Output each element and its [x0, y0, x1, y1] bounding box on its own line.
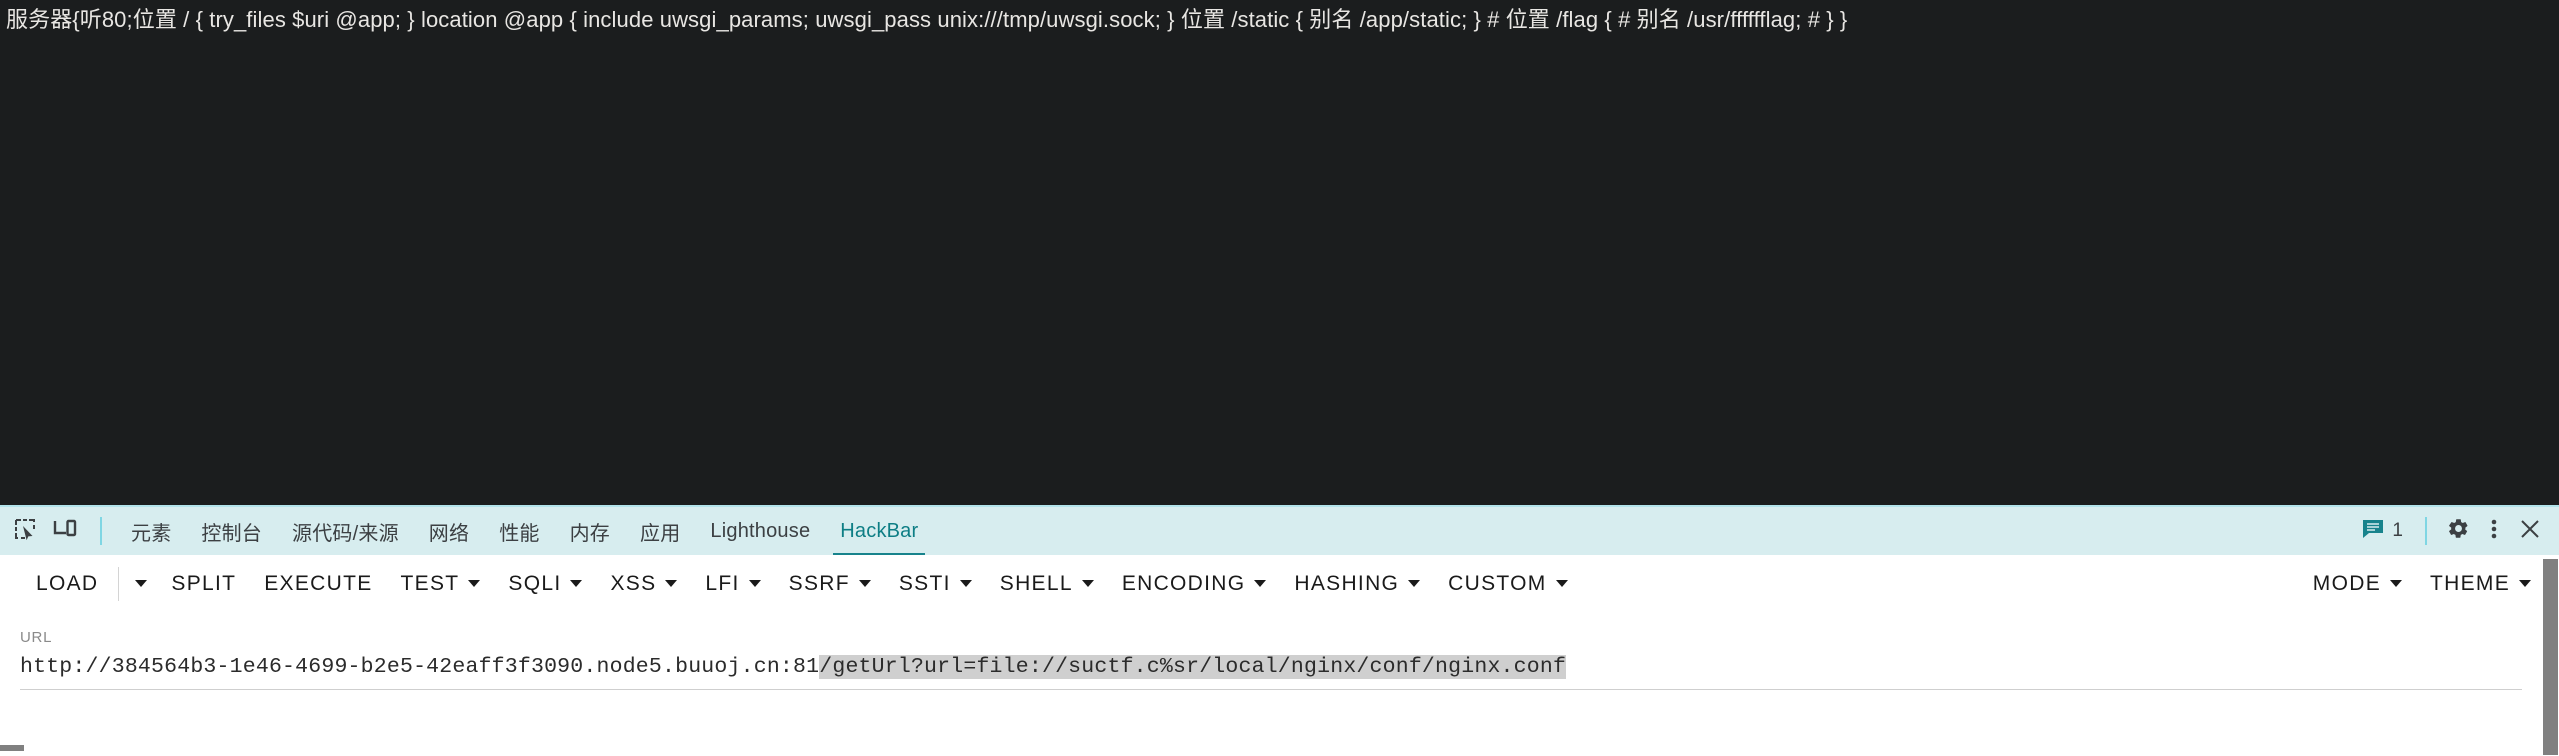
more-vertical-icon — [2490, 517, 2498, 546]
tab-elements[interactable]: 元素 — [116, 506, 186, 556]
button-label: EXECUTE — [264, 571, 373, 595]
execute-button[interactable]: EXECUTE — [250, 564, 386, 604]
hashing-dropdown[interactable]: HASHING — [1280, 564, 1434, 604]
button-label: TEST — [400, 571, 460, 595]
horizontal-scrollbar[interactable] — [0, 745, 24, 751]
ssti-dropdown[interactable]: SSTI — [885, 564, 986, 604]
url-input[interactable]: http://384564b3-1e46-4699-b2e5-42eaff3f3… — [20, 655, 2522, 690]
xss-dropdown[interactable]: XSS — [596, 564, 691, 604]
chevron-down-icon — [570, 580, 583, 587]
test-dropdown[interactable]: TEST — [387, 564, 495, 604]
chevron-down-icon — [468, 580, 481, 587]
chevron-down-icon — [1254, 580, 1267, 587]
button-label: SHELL — [999, 571, 1073, 595]
tab-application[interactable]: 应用 — [625, 506, 695, 556]
button-label: HASHING — [1294, 571, 1400, 595]
devtools-tab-list: 元素 控制台 源代码/来源 网络 性能 内存 应用 Lighthouse Hac… — [116, 506, 933, 556]
devtools-tabbar: 元素 控制台 源代码/来源 网络 性能 内存 应用 Lighthouse Hac… — [0, 505, 2559, 556]
url-text-unselected: http://384564b3-1e46-4699-b2e5-42eaff3f3… — [20, 655, 820, 679]
browser-page-viewport: 服务器{听80;位置 / { try_files $uri @app; } lo… — [0, 0, 2559, 505]
gear-icon — [2447, 517, 2470, 545]
button-label: SPLIT — [171, 571, 237, 595]
button-label: SQLI — [508, 571, 562, 595]
tab-console[interactable]: 控制台 — [186, 506, 277, 556]
custom-dropdown[interactable]: CUSTOM — [1434, 564, 1581, 604]
tab-label: 控制台 — [201, 522, 263, 545]
tab-label: 元素 — [131, 522, 172, 545]
sqli-dropdown[interactable]: SQLI — [494, 564, 596, 604]
settings-button[interactable] — [2441, 514, 2475, 548]
vertical-scrollbar-thumb[interactable] — [2543, 559, 2558, 755]
tab-label: 应用 — [640, 522, 681, 545]
page-content-text: 服务器{听80;位置 / { try_files $uri @app; } lo… — [6, 7, 1848, 32]
chevron-down-icon — [665, 580, 678, 587]
tab-hackbar[interactable]: HackBar — [825, 506, 933, 556]
tab-lighthouse[interactable]: Lighthouse — [695, 506, 825, 556]
load-dropdown-button[interactable] — [125, 572, 157, 595]
button-label: LOAD — [36, 571, 99, 595]
button-label: SSTI — [898, 571, 951, 595]
chevron-down-icon — [2519, 580, 2531, 587]
message-count: 1 — [2392, 520, 2403, 541]
chevron-down-icon — [748, 580, 761, 587]
inspect-element-icon — [14, 518, 36, 545]
load-separator — [118, 566, 120, 601]
tab-memory[interactable]: 内存 — [555, 506, 625, 556]
tab-label: 源代码/来源 — [292, 522, 399, 545]
tab-network[interactable]: 网络 — [414, 506, 484, 556]
url-field-block: URL http://384564b3-1e46-4699-b2e5-42eaf… — [0, 613, 2559, 690]
tab-label: HackBar — [840, 519, 919, 542]
tab-label: 内存 — [569, 522, 610, 545]
button-label: ENCODING — [1121, 571, 1246, 595]
button-label: XSS — [610, 571, 657, 595]
chevron-down-icon — [135, 580, 148, 587]
shell-dropdown[interactable]: SHELL — [986, 564, 1108, 604]
chevron-down-icon — [1081, 580, 1094, 587]
toolbar-divider — [100, 517, 102, 545]
button-label: LFI — [705, 571, 740, 595]
split-button[interactable]: SPLIT — [157, 564, 250, 604]
ssrf-dropdown[interactable]: SSRF — [775, 564, 885, 604]
button-label: MODE — [2312, 571, 2381, 595]
tab-performance[interactable]: 性能 — [484, 506, 554, 556]
button-label: SSRF — [788, 571, 850, 595]
tab-label: 性能 — [499, 522, 540, 545]
url-field-label: URL — [20, 629, 53, 646]
right-divider — [2425, 517, 2427, 545]
lfi-dropdown[interactable]: LFI — [691, 564, 774, 604]
hackbar-panel: LOAD SPLIT EXECUTE TEST SQLI XSS LFI SSR… — [0, 555, 2559, 756]
tab-label: 网络 — [428, 522, 470, 545]
devtools-right-controls: 1 — [2354, 514, 2559, 548]
device-toolbar-icon — [53, 518, 77, 545]
hackbar-toolbar: LOAD SPLIT EXECUTE TEST SQLI XSS LFI SSR… — [0, 555, 2559, 613]
more-options-button[interactable] — [2477, 514, 2511, 548]
button-label: CUSTOM — [1448, 571, 1547, 595]
device-toolbar-button[interactable] — [48, 514, 82, 548]
devtools-left-icons — [0, 514, 114, 548]
chevron-down-icon — [858, 580, 871, 587]
tab-sources[interactable]: 源代码/来源 — [277, 506, 414, 556]
close-devtools-button[interactable] — [2513, 514, 2547, 548]
chevron-down-icon — [959, 580, 972, 587]
chevron-down-icon — [1408, 580, 1421, 587]
message-icon — [2362, 519, 2384, 544]
theme-dropdown[interactable]: THEME — [2416, 564, 2545, 604]
chevron-down-icon — [1555, 580, 1568, 587]
mode-dropdown[interactable]: MODE — [2299, 564, 2416, 604]
message-count-button[interactable]: 1 — [2354, 514, 2411, 548]
tab-label: Lighthouse — [710, 519, 811, 542]
url-text-selected: /getUrl?url=file://suctf.c%sr/local/ngin… — [819, 655, 1567, 679]
load-button[interactable]: LOAD — [22, 564, 112, 604]
vertical-scrollbar-track[interactable] — [2542, 557, 2559, 756]
button-label: THEME — [2430, 571, 2510, 595]
close-icon — [2519, 518, 2541, 545]
chevron-down-icon — [2390, 580, 2402, 587]
encoding-dropdown[interactable]: ENCODING — [1108, 564, 1281, 604]
inspect-element-button[interactable] — [8, 514, 42, 548]
